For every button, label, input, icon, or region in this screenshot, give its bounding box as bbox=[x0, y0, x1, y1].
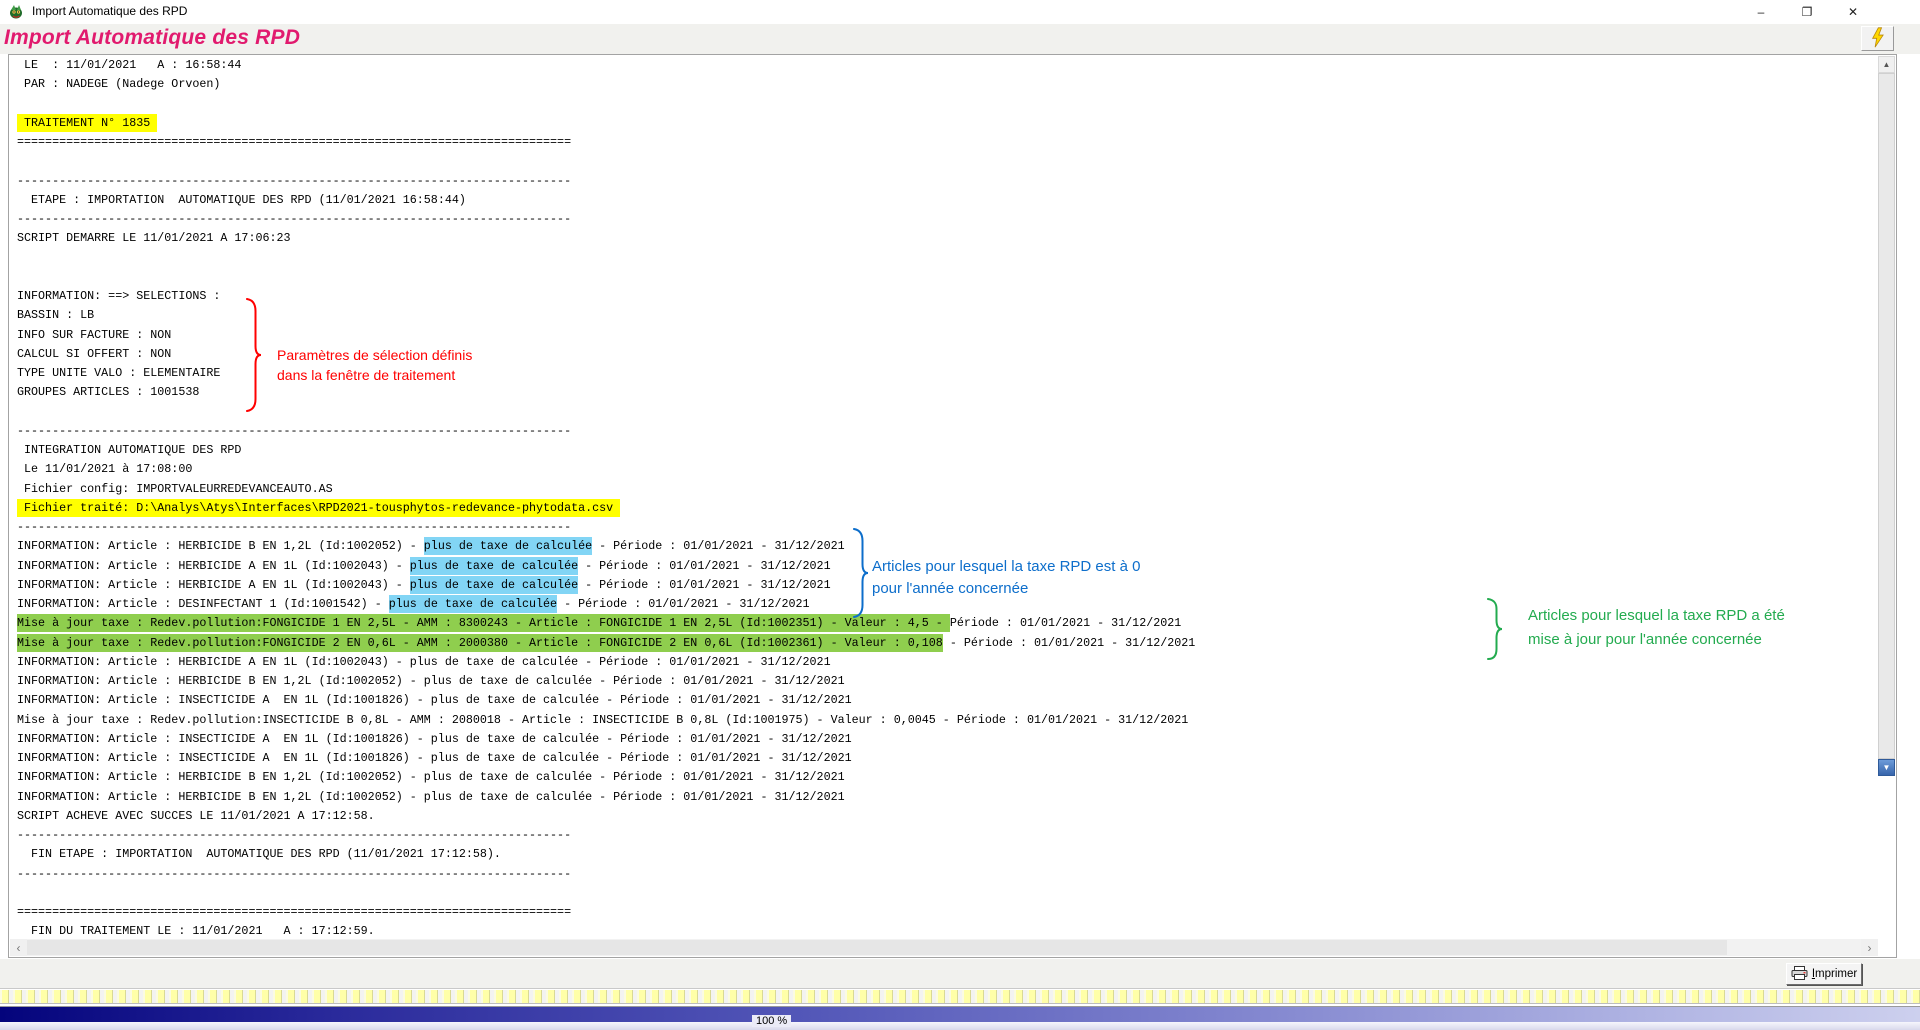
horizontal-scroll-thumb[interactable] bbox=[27, 940, 1727, 955]
log-line: INFORMATION: Article : HERBICIDE A EN 1L… bbox=[17, 557, 1878, 576]
log-line: INFORMATION: Article : INSECTICIDE A EN … bbox=[17, 749, 1878, 768]
log-line: Fichier config: IMPORTVALEURREDEVANCEAUT… bbox=[17, 480, 1878, 499]
page-title: Import Automatique des RPD bbox=[4, 26, 300, 50]
scroll-up-button[interactable]: ▲ bbox=[1878, 56, 1895, 73]
log-line: Mise à jour taxe : Redev.pollution:FONGI… bbox=[17, 634, 1878, 653]
log-line: INFORMATION: Article : HERBICIDE A EN 1L… bbox=[17, 576, 1878, 595]
log-line: ========================================… bbox=[17, 903, 1878, 922]
log-line: SCRIPT DEMARRE LE 11/01/2021 A 17:06:23 bbox=[17, 229, 1878, 248]
lightning-icon bbox=[1870, 27, 1885, 51]
progress-bar bbox=[0, 1006, 1920, 1022]
log-line: INFORMATION: ==> SELECTIONS : bbox=[17, 287, 1878, 306]
log-line: INFORMATION: Article : HERBICIDE A EN 1L… bbox=[17, 653, 1878, 672]
log-line: INFORMATION: Article : HERBICIDE B EN 1,… bbox=[17, 768, 1878, 787]
log-line: SCRIPT ACHEVE AVEC SUCCES LE 11/01/2021 … bbox=[17, 807, 1878, 826]
title-bar: Import Automatique des RPD – ❐ ✕ bbox=[0, 0, 1920, 24]
log-line: FIN ETAPE : IMPORTATION AUTOMATIQUE DES … bbox=[17, 845, 1878, 864]
log-line: Le 11/01/2021 à 17:08:00 bbox=[17, 460, 1878, 479]
vertical-scrollbar[interactable]: ▲ ▼ bbox=[1878, 56, 1895, 776]
segmented-progress-strip bbox=[0, 988, 1920, 1004]
scroll-down-button[interactable]: ▼ bbox=[1878, 759, 1895, 776]
bottom-toolbar: Imprimer bbox=[0, 958, 1920, 988]
log-line: INFORMATION: Article : DESINFECTANT 1 (I… bbox=[17, 595, 1878, 614]
log-line: GROUPES ARTICLES : 1001538 bbox=[17, 383, 1878, 402]
vertical-scroll-thumb[interactable] bbox=[1878, 73, 1895, 759]
log-line: ----------------------------------------… bbox=[17, 422, 1878, 441]
log-line: ----------------------------------------… bbox=[17, 826, 1878, 845]
log-line: INFORMATION: Article : HERBICIDE B EN 1,… bbox=[17, 537, 1878, 556]
status-strip bbox=[0, 1022, 1920, 1030]
log-line: FIN DU TRAITEMENT LE : 11/01/2021 A : 17… bbox=[17, 922, 1878, 939]
log-line: ========================================… bbox=[17, 133, 1878, 152]
maximize-button[interactable]: ❐ bbox=[1784, 0, 1830, 24]
log-line: Fichier traité: D:\Analys\Atys\Interface… bbox=[17, 499, 1878, 518]
page-header: Import Automatique des RPD bbox=[0, 24, 1920, 54]
log-line bbox=[17, 152, 1878, 171]
log-line bbox=[17, 403, 1878, 422]
log-line bbox=[17, 95, 1878, 114]
app-icon bbox=[8, 4, 24, 20]
log-line: INTEGRATION AUTOMATIQUE DES RPD bbox=[17, 441, 1878, 460]
log-content: LE : 11/01/2021 A : 16:58:44 PAR : NADEG… bbox=[9, 55, 1878, 939]
scroll-right-button[interactable]: › bbox=[1861, 939, 1878, 956]
log-line: LE : 11/01/2021 A : 16:58:44 bbox=[17, 56, 1878, 75]
log-line bbox=[17, 249, 1878, 268]
log-line: INFORMATION: Article : HERBICIDE B EN 1,… bbox=[17, 672, 1878, 691]
progress-percent-label: 100 % bbox=[752, 1015, 791, 1027]
app-window: Import Automatique des RPD – ❐ ✕ Import … bbox=[0, 0, 1920, 1030]
log-line: INFORMATION: Article : HERBICIDE B EN 1,… bbox=[17, 788, 1878, 807]
log-line: BASSIN : LB bbox=[17, 306, 1878, 325]
log-line: INFORMATION: Article : INSECTICIDE A EN … bbox=[17, 691, 1878, 710]
log-line: ETAPE : IMPORTATION AUTOMATIQUE DES RPD … bbox=[17, 191, 1878, 210]
log-line: CALCUL SI OFFERT : NON bbox=[17, 345, 1878, 364]
log-line: INFORMATION: Article : INSECTICIDE A EN … bbox=[17, 730, 1878, 749]
log-line: TRAITEMENT N° 1835 bbox=[17, 114, 1878, 133]
log-line: Mise à jour taxe : Redev.pollution:FONGI… bbox=[17, 614, 1878, 633]
log-line: ----------------------------------------… bbox=[17, 518, 1878, 537]
minimize-button[interactable]: – bbox=[1738, 0, 1784, 24]
scroll-left-button[interactable]: ‹ bbox=[10, 939, 27, 956]
log-panel: LE : 11/01/2021 A : 16:58:44 PAR : NADEG… bbox=[8, 54, 1897, 958]
log-line: ----------------------------------------… bbox=[17, 210, 1878, 229]
lightning-button[interactable] bbox=[1861, 26, 1894, 51]
window-title: Import Automatique des RPD bbox=[32, 4, 187, 18]
log-line: ----------------------------------------… bbox=[17, 865, 1878, 884]
log-line: PAR : NADEGE (Nadege Orvoen) bbox=[17, 75, 1878, 94]
printer-icon bbox=[1791, 966, 1808, 983]
horizontal-scrollbar[interactable]: ‹ › bbox=[10, 939, 1878, 956]
print-button[interactable]: Imprimer bbox=[1786, 963, 1862, 985]
log-line: TYPE UNITE VALO : ELEMENTAIRE bbox=[17, 364, 1878, 383]
log-line bbox=[17, 884, 1878, 903]
log-line: ----------------------------------------… bbox=[17, 172, 1878, 191]
log-line: Mise à jour taxe : Redev.pollution:INSEC… bbox=[17, 711, 1878, 730]
log-line bbox=[17, 268, 1878, 287]
window-controls: – ❐ ✕ bbox=[1738, 0, 1876, 24]
log-line: INFO SUR FACTURE : NON bbox=[17, 326, 1878, 345]
close-button[interactable]: ✕ bbox=[1830, 0, 1876, 24]
print-button-label: Imprimer bbox=[1812, 968, 1857, 980]
